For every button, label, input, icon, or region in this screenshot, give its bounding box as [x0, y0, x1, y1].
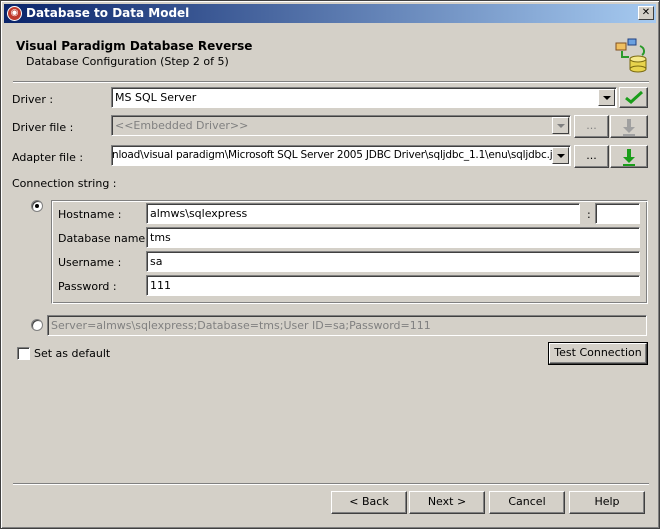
driver-file-download-button — [610, 115, 648, 138]
password-value: 111 — [150, 279, 171, 292]
set-as-default-checkbox[interactable] — [17, 347, 30, 360]
test-connection-label: Test Connection — [554, 346, 642, 359]
adapter-file-value: nload\visual paradigm\Microsoft SQL Serv… — [112, 149, 563, 161]
driver-file-browse-button: ... — [574, 115, 609, 138]
raw-connection-string-value: Server=almws\sqlexpress;Database=tms;Use… — [51, 319, 431, 332]
title-bar[interactable]: ◉ Database to Data Model ✕ — [4, 4, 656, 23]
back-button[interactable]: < Back — [331, 491, 407, 514]
hostname-input[interactable]: almws\sqlexpress — [146, 203, 580, 224]
hostname-label: Hostname : — [58, 208, 122, 221]
next-label: Next > — [427, 495, 467, 508]
adapter-file-label: Adapter file : — [12, 151, 84, 164]
back-label: < Back — [349, 495, 389, 508]
cancel-label: Cancel — [508, 495, 546, 508]
help-label: Help — [594, 495, 620, 508]
browse-label: ... — [586, 149, 597, 162]
chevron-down-icon[interactable] — [552, 147, 569, 164]
window-title: Database to Data Model — [26, 6, 190, 20]
wizard-step: Database Configuration (Step 2 of 5) — [26, 55, 229, 68]
driver-label: Driver : — [12, 93, 54, 106]
test-connection-button[interactable]: Test Connection — [548, 342, 648, 365]
dialog-window: ◉ Database to Data Model ✕ Visual Paradi… — [0, 0, 660, 529]
app-logo-icon: ◉ — [7, 6, 22, 21]
header-separator — [13, 81, 649, 83]
connection-string-label: Connection string : — [12, 177, 117, 190]
driver-file-combo: <<Embedded Driver>> — [111, 115, 571, 136]
wizard-header: Visual Paradigm Database Reverse Databas… — [4, 23, 656, 81]
next-button[interactable]: Next > — [409, 491, 485, 514]
driver-combo[interactable]: MS SQL Server — [111, 87, 617, 108]
database-name-value: tms — [150, 231, 171, 244]
username-input[interactable]: sa — [146, 251, 640, 272]
database-name-label: Database name : — [58, 232, 153, 245]
raw-connection-string-input: Server=almws\sqlexpress;Database=tms;Use… — [47, 315, 647, 336]
cancel-button[interactable]: Cancel — [489, 491, 565, 514]
footer-separator — [13, 483, 649, 485]
close-icon: ✕ — [641, 7, 651, 18]
driver-file-label: Driver file : — [12, 121, 74, 134]
help-button[interactable]: Help — [569, 491, 645, 514]
set-as-default-label: Set as default — [34, 347, 111, 360]
adapter-file-browse-button[interactable]: ... — [574, 145, 609, 168]
wizard-title: Visual Paradigm Database Reverse — [16, 39, 253, 53]
browse-label: ... — [586, 119, 597, 132]
driver-value: MS SQL Server — [115, 91, 197, 104]
password-input[interactable]: 111 — [146, 275, 640, 296]
connection-fields-radio[interactable] — [31, 200, 43, 212]
driver-file-value: <<Embedded Driver>> — [115, 119, 249, 132]
username-label: Username : — [58, 256, 122, 269]
username-value: sa — [150, 255, 163, 268]
port-separator: : — [587, 208, 591, 221]
database-reverse-icon — [615, 38, 647, 73]
check-icon — [624, 90, 643, 104]
adapter-file-combo[interactable]: nload\visual paradigm\Microsoft SQL Serv… — [111, 145, 571, 166]
close-button[interactable]: ✕ — [638, 6, 654, 20]
hostname-value: almws\sqlexpress — [150, 207, 248, 220]
download-arrow-icon — [623, 149, 635, 166]
database-name-input[interactable]: tms — [146, 227, 640, 248]
chevron-down-icon[interactable] — [598, 89, 615, 106]
chevron-down-icon — [552, 117, 569, 134]
raw-connection-string-radio[interactable] — [31, 319, 43, 331]
download-arrow-icon — [623, 119, 635, 136]
adapter-file-download-button[interactable] — [610, 145, 648, 168]
password-label: Password : — [58, 280, 117, 293]
port-input[interactable] — [595, 203, 640, 224]
driver-ok-button[interactable] — [619, 87, 648, 108]
